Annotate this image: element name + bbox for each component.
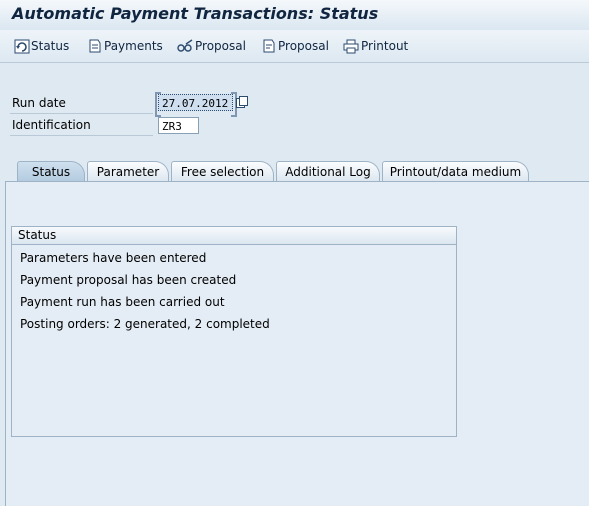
status-line: Payment proposal has been created xyxy=(20,273,237,287)
status-line: Posting orders: 2 generated, 2 completed xyxy=(20,317,270,331)
proposal-document-icon xyxy=(263,39,275,53)
run-date-label: Run date xyxy=(10,94,153,114)
tab-printout-data-medium[interactable]: Printout/data medium xyxy=(382,161,529,181)
printer-icon xyxy=(343,39,359,54)
application-toolbar: Status Payments Proposal Proposal Printo… xyxy=(0,30,589,63)
proposal-button-label: Proposal xyxy=(278,39,329,53)
run-date-field[interactable]: 27.07.2012 xyxy=(158,94,233,111)
status-button[interactable]: Status xyxy=(14,38,69,55)
status-line: Parameters have been entered xyxy=(20,251,207,265)
edit-proposal-button[interactable]: Proposal xyxy=(177,38,246,55)
status-group: Status Parameters have been entered Paym… xyxy=(11,226,457,437)
window-title: Automatic Payment Transactions: Status xyxy=(12,4,379,23)
status-button-label: Status xyxy=(31,39,70,53)
edit-proposal-button-label: Proposal xyxy=(195,39,246,53)
payments-button[interactable]: Payments xyxy=(87,38,163,55)
identification-label: Identification xyxy=(10,116,153,136)
title-bar: Automatic Payment Transactions: Status xyxy=(0,0,589,30)
glasses-pencil-icon xyxy=(177,39,193,52)
payments-button-label: Payments xyxy=(104,39,163,53)
status-line: Payment run has been carried out xyxy=(20,295,225,309)
printout-button[interactable]: Printout xyxy=(343,38,409,55)
tab-additional-log[interactable]: Additional Log xyxy=(276,161,380,181)
refresh-icon xyxy=(14,39,30,54)
identification-field[interactable]: ZR3 xyxy=(158,117,199,134)
document-icon xyxy=(89,39,101,53)
tab-free-selection[interactable]: Free selection xyxy=(171,161,274,181)
proposal-button[interactable]: Proposal xyxy=(261,38,329,55)
tab-status[interactable]: Status xyxy=(17,161,85,181)
status-group-title: Status xyxy=(12,227,456,245)
calendar-picker-icon[interactable] xyxy=(236,96,248,108)
printout-button-label: Printout xyxy=(361,39,409,53)
tab-parameter[interactable]: Parameter xyxy=(87,161,169,181)
